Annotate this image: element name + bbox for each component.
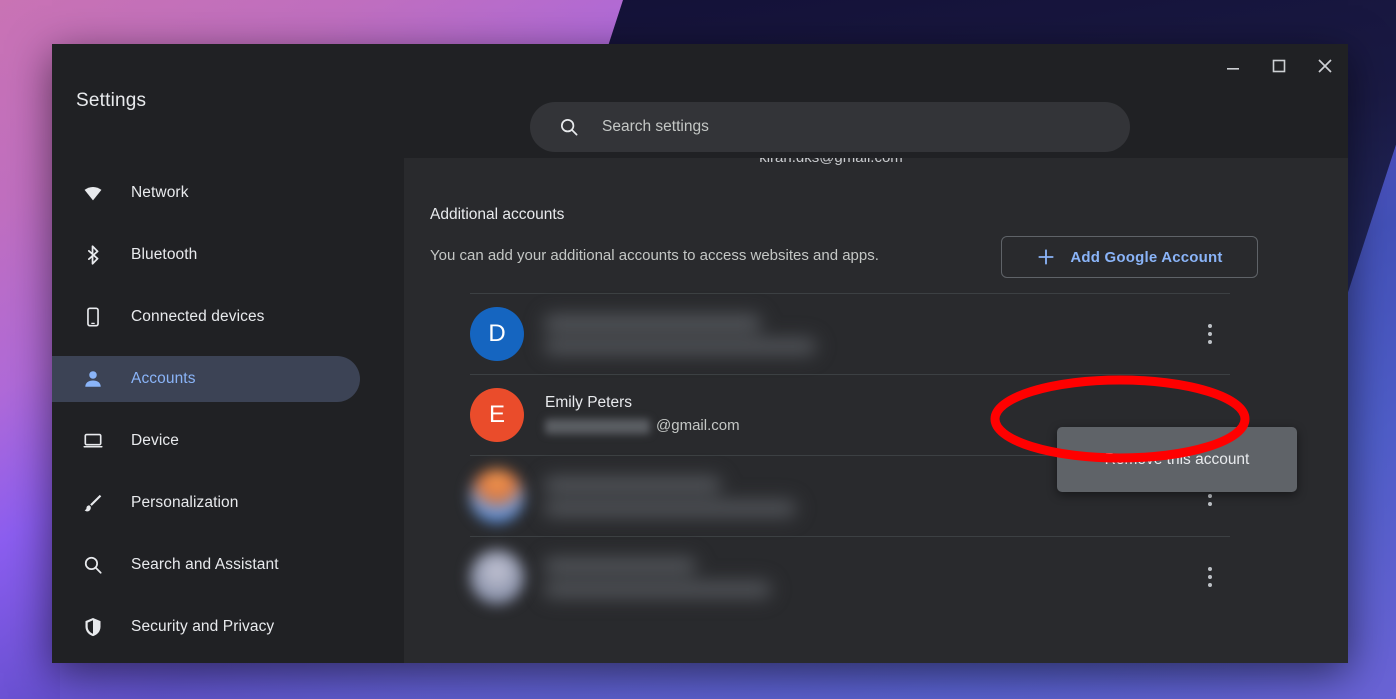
sidebar-item-search-and-assistant[interactable]: Search and Assistant [52,542,404,588]
redacted-email-prefix [545,418,650,434]
primary-account-email: kiran.dks@gmail.com [404,158,1258,166]
phone-icon [81,305,105,329]
avatar [470,469,524,523]
settings-window: Settings Network [52,44,1348,663]
more-vert-icon[interactable] [1198,324,1222,344]
settings-sidebar: Network Bluetooth Connected devices Acco… [52,158,404,663]
redacted-email-bar [545,500,795,516]
account-email-suffix: @gmail.com [656,417,740,434]
avatar [470,550,524,604]
shield-icon [81,615,105,639]
maximize-button[interactable] [1256,44,1302,88]
add-google-account-button[interactable]: Add Google Account [1001,236,1258,278]
person-icon [81,367,105,391]
bluetooth-icon [81,243,105,267]
account-name: Emily Peters [545,394,632,411]
redacted-email-bar [545,338,815,354]
avatar: D [470,307,524,361]
search-icon [560,118,578,136]
redacted-email-bar [545,581,770,597]
account-details-redacted [545,557,1198,597]
page-title: Settings [76,90,147,111]
redacted-name-bar [545,476,720,493]
table-row[interactable]: D [470,293,1230,374]
window-body: Network Bluetooth Connected devices Acco… [52,158,1348,663]
sidebar-item-device[interactable]: Device [52,418,404,464]
sidebar-item-network[interactable]: Network [52,170,404,216]
sidebar-item-label: Network [131,184,189,201]
sidebar-item-security-and-privacy[interactable]: Security and Privacy [52,604,404,650]
magnifier-icon [81,553,105,577]
maximize-icon [1272,59,1286,73]
desktop-wallpaper: Settings Network [0,0,1396,699]
account-details-redacted [545,314,1198,354]
avatar-initial: D [488,320,506,347]
window-controls [1210,44,1348,88]
sidebar-item-label: Personalization [131,494,239,511]
sidebar-item-label: Search and Assistant [131,556,279,573]
minimize-button[interactable] [1210,44,1256,88]
brush-icon [81,491,105,515]
sidebar-item-connected-devices[interactable]: Connected devices [52,294,404,340]
sidebar-item-label: Device [131,432,179,449]
section-heading: Additional accounts [430,206,565,223]
sidebar-item-label: Connected devices [131,308,265,325]
sidebar-item-bluetooth[interactable]: Bluetooth [52,232,404,278]
minimize-icon [1227,68,1239,70]
remove-this-account-label: Remove this account [1104,450,1250,468]
search-input[interactable] [602,102,1130,152]
redacted-name-bar [545,314,760,332]
remove-this-account-menu-item[interactable]: Remove this account [1057,427,1297,492]
window-titlebar: Settings [52,44,1348,158]
sidebar-item-label: Bluetooth [131,246,198,263]
laptop-icon [81,429,105,453]
close-icon [1318,59,1332,73]
avatar: E [470,388,524,442]
add-google-account-label: Add Google Account [1070,248,1223,266]
wifi-icon [81,181,105,205]
section-description: You can add your additional accounts to … [430,247,879,264]
close-button[interactable] [1302,44,1348,88]
sidebar-item-personalization[interactable]: Personalization [52,480,404,526]
sidebar-item-label: Security and Privacy [131,618,275,635]
avatar-initial: E [488,401,505,428]
redacted-name-bar [545,557,695,574]
more-vert-icon[interactable] [1198,567,1222,587]
plus-icon [1038,249,1054,265]
sidebar-item-accounts[interactable]: Accounts [52,356,360,402]
search-bar[interactable] [530,102,1130,152]
sidebar-item-label: Accounts [131,370,196,387]
settings-content-panel: kiran.dks@gmail.com Additional accounts … [404,158,1348,663]
table-row[interactable] [470,536,1230,617]
